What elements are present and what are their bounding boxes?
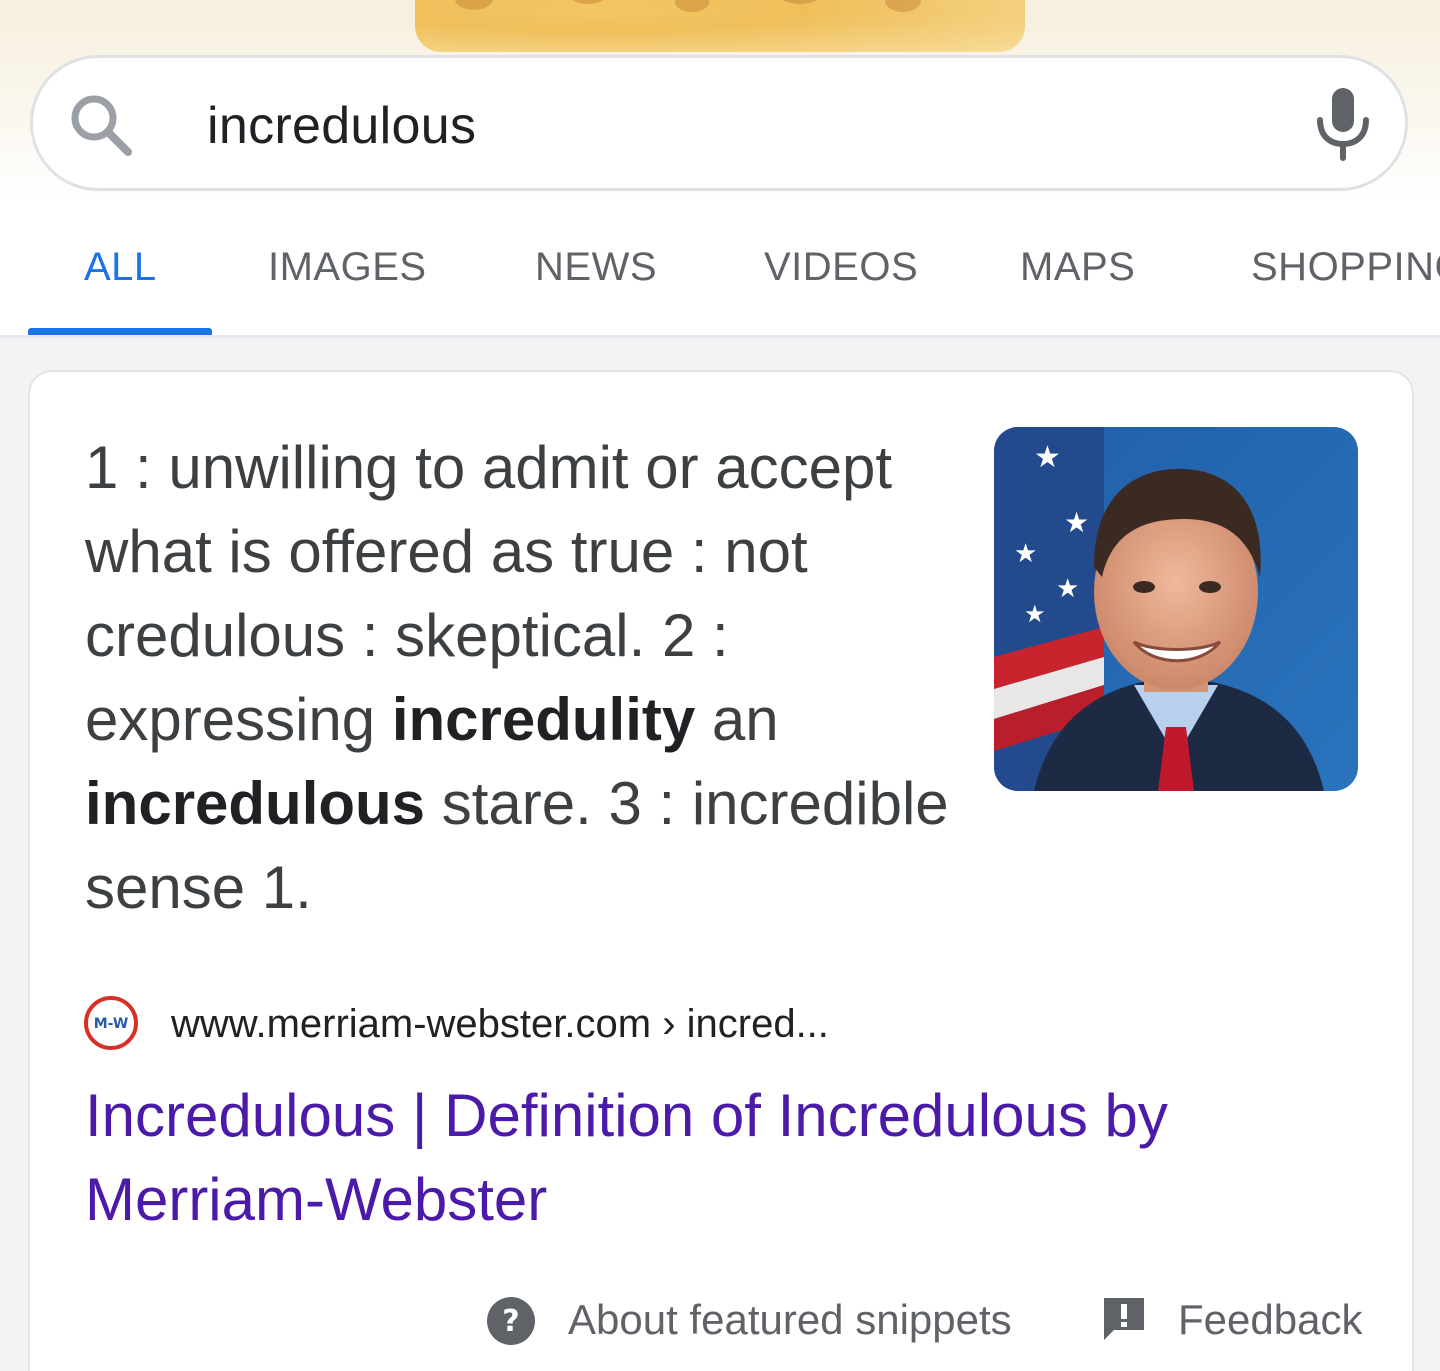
tab-images[interactable]: IMAGES xyxy=(268,245,427,290)
tab-videos[interactable]: VIDEOS xyxy=(764,245,918,290)
search-results-page: incredulous ALL IMAGES NEWS VIDEOS MAPS … xyxy=(0,0,1440,1371)
logo-text: M-W xyxy=(94,1016,129,1032)
question-circle-icon: ? xyxy=(487,1297,535,1345)
result-title-link[interactable]: Incredulous | Definition of Incredulous … xyxy=(85,1074,1335,1242)
search-icon[interactable] xyxy=(66,90,136,160)
tab-all[interactable]: ALL xyxy=(84,245,157,290)
feedback-link[interactable]: Feedback xyxy=(1102,1292,1392,1352)
mic-icon[interactable] xyxy=(1308,86,1378,162)
about-featured-snippets-label: About featured snippets xyxy=(568,1296,1012,1343)
source-url[interactable]: www.merriam-webster.com › incred... xyxy=(171,999,829,1049)
svg-text:★: ★ xyxy=(1056,574,1079,604)
feedback-icon xyxy=(1104,1298,1144,1340)
search-tabs: ALL IMAGES NEWS VIDEOS MAPS SHOPPING xyxy=(0,215,1440,335)
search-input[interactable]: incredulous xyxy=(207,88,1247,164)
definition-bold-term: incredulity xyxy=(391,686,696,753)
about-featured-snippets-link[interactable]: ? About featured snippets xyxy=(486,1292,1046,1352)
doodle-banner[interactable] xyxy=(415,0,1025,52)
svg-text:★: ★ xyxy=(1024,600,1046,628)
svg-text:★: ★ xyxy=(1064,506,1089,539)
svg-text:★: ★ xyxy=(1014,539,1037,569)
tab-news[interactable]: NEWS xyxy=(535,245,657,290)
definition-part: an xyxy=(695,686,779,753)
snippet-thumbnail-image[interactable]: ★ ★ ★ ★ ★ xyxy=(994,427,1358,791)
svg-text:★: ★ xyxy=(1034,440,1061,475)
source-row[interactable]: M-W www.merriam-webster.com › incred... xyxy=(83,993,1083,1053)
svg-text:?: ? xyxy=(502,1304,519,1339)
tab-shopping[interactable]: SHOPPING xyxy=(1251,245,1440,290)
feedback-label: Feedback xyxy=(1178,1296,1363,1343)
definition-bold-term: incredulous xyxy=(85,770,426,837)
tab-maps[interactable]: MAPS xyxy=(1020,245,1135,290)
active-tab-indicator xyxy=(28,328,212,335)
definition-text: 1 : unwilling to admit or accept what is… xyxy=(85,426,965,930)
merriam-webster-logo-icon: M-W xyxy=(84,996,138,1050)
